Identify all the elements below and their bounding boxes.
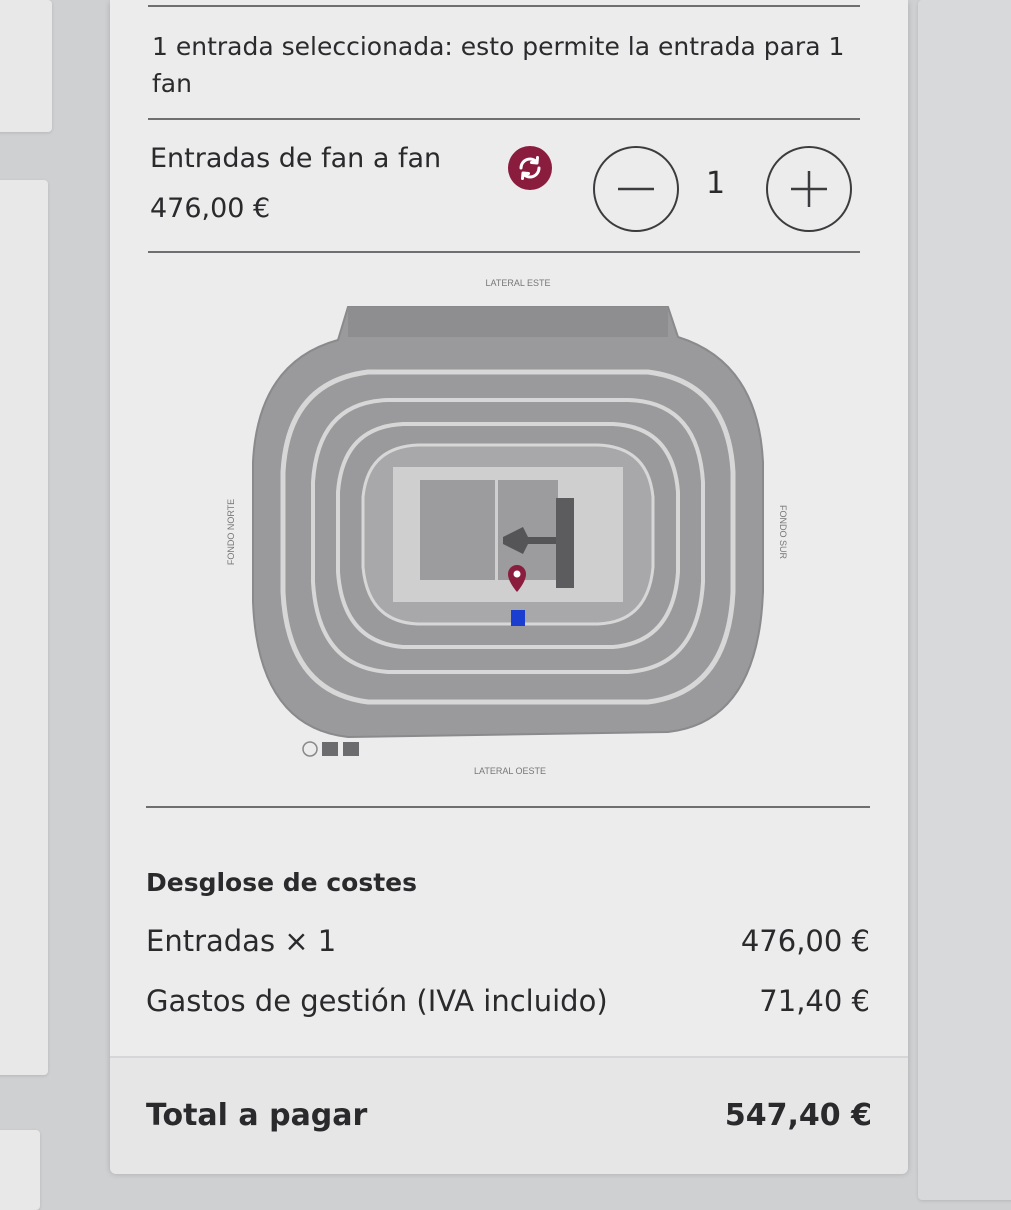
minus-icon — [618, 187, 654, 191]
selected-seat[interactable] — [511, 610, 525, 626]
background-card — [0, 1130, 40, 1210]
breakdown-row-label: Entradas × 1 — [146, 924, 337, 958]
breakdown-row-label: Gastos de gestión (IVA incluido) — [146, 984, 608, 1018]
accessibility-icon — [302, 741, 318, 757]
stadium-map[interactable]: LATERAL ESTE LATERAL OESTE FONDO NORTE F… — [198, 262, 818, 782]
breakdown-title: Desglose de costes — [146, 868, 417, 897]
floor-section-left — [420, 480, 495, 580]
total-value: 547,40 € — [724, 1098, 872, 1133]
breakdown-row-value: 476,00 € — [740, 924, 870, 958]
background-card — [0, 0, 52, 132]
refresh-arrows-icon[interactable] — [508, 146, 552, 190]
background-card — [918, 0, 1011, 1200]
increase-quantity-button[interactable] — [766, 146, 852, 232]
breakdown-row-value: 71,40 € — [759, 984, 870, 1018]
background-card — [0, 180, 48, 1075]
quantity-value: 1 — [706, 166, 726, 201]
map-label-top: LATERAL ESTE — [485, 278, 550, 288]
divider — [148, 5, 860, 7]
stage — [556, 498, 574, 588]
legend-icon — [322, 742, 338, 756]
map-label-bottom: LATERAL OESTE — [474, 766, 546, 776]
divider — [148, 251, 860, 253]
divider — [146, 806, 870, 808]
legend-icon — [343, 742, 359, 756]
stadium-top-tier — [348, 307, 668, 337]
map-label-left: FONDO NORTE — [226, 499, 236, 565]
floor-section-right — [498, 480, 558, 580]
selection-message: 1 entrada seleccionada: esto permite la … — [152, 32, 845, 98]
ticket-type-name: Entradas de fan a fan — [150, 143, 442, 174]
decrease-quantity-button[interactable] — [593, 146, 679, 232]
ticket-panel: 1 entrada seleccionada: esto permite la … — [110, 0, 908, 1174]
ticket-price: 476,00 € — [150, 193, 271, 224]
total-label: Total a pagar — [146, 1098, 368, 1133]
plus-icon — [791, 171, 827, 207]
map-label-right: FONDO SUR — [778, 505, 788, 560]
divider — [148, 118, 860, 120]
